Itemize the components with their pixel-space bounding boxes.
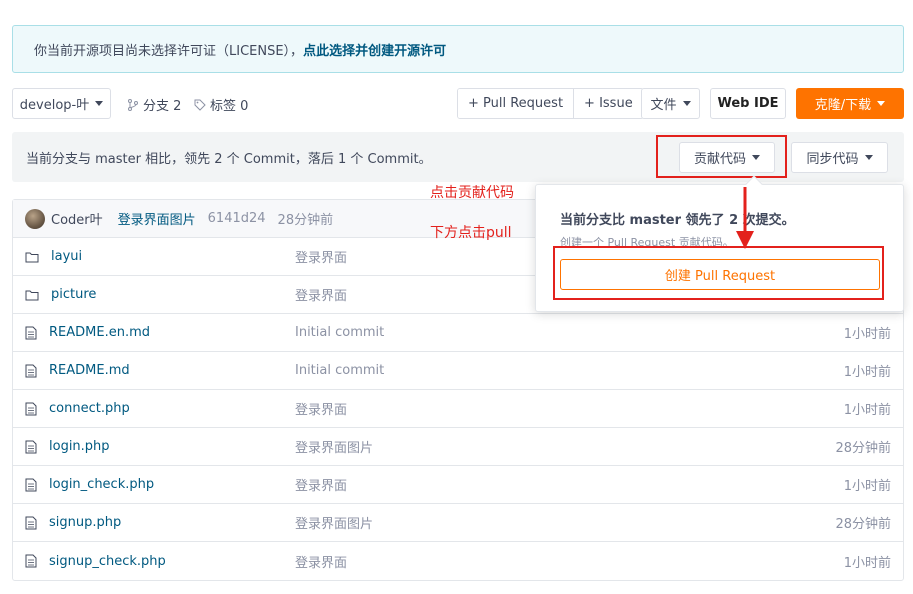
file-icon [25, 364, 43, 378]
file-name-link[interactable]: layui [25, 249, 82, 264]
avatar[interactable] [25, 208, 45, 229]
folder-icon [25, 251, 45, 263]
branch-select[interactable]: develop-叶 [12, 88, 111, 119]
file-commit-time: 1小时前 [843, 403, 891, 418]
file-name: login_check.php [49, 477, 155, 492]
file-name-link[interactable]: login.php [25, 439, 110, 454]
file-commit-message[interactable]: 登录界面 [295, 552, 347, 571]
files-menu-label: 文件 [650, 98, 677, 113]
file-name: connect.php [49, 401, 130, 416]
branch-icon [128, 98, 138, 111]
commit-time: 28分钟前 [277, 213, 334, 228]
annotation-click-pull: 下方点击pull [430, 225, 512, 241]
file-commit-message[interactable]: 登录界面图片 [295, 437, 373, 456]
file-name: login.php [49, 439, 110, 454]
file-name-link[interactable]: connect.php [25, 401, 130, 416]
web-ide-button[interactable]: Web IDE [710, 88, 786, 119]
file-name-link[interactable]: picture [25, 287, 96, 302]
branch-select-label: develop-叶 [19, 98, 90, 113]
branches-count: 分支 2 [143, 99, 182, 114]
annotation-click-contribute: 点击贡献代码 [430, 185, 514, 201]
commit-sha[interactable]: 6141d24 [208, 211, 266, 226]
clone-download-button[interactable]: 克隆/下载 [796, 88, 904, 119]
clone-download-label: 克隆/下载 [814, 98, 872, 113]
file-name-link[interactable]: signup.php [25, 515, 121, 530]
file-commit-time: 1小时前 [843, 327, 891, 342]
table-row: login_check.php 登录界面 1小时前 [13, 466, 903, 504]
file-icon [25, 402, 43, 416]
file-commit-message[interactable]: 登录界面 [295, 247, 347, 266]
dropdown-title: 当前分支比 master 领先了 2 次提交。 [560, 213, 795, 228]
file-name: signup.php [49, 515, 122, 530]
chevron-down-icon [95, 101, 104, 106]
create-group: + Pull Request + Issue [457, 88, 644, 119]
new-pull-request-button[interactable]: + Pull Request [458, 89, 574, 118]
file-name: picture [51, 287, 97, 302]
annotation-arrow-icon [736, 187, 754, 249]
file-name: README.en.md [49, 325, 150, 340]
tags-link[interactable]: 标签 0 [194, 95, 248, 114]
sync-button[interactable]: 同步代码 [791, 142, 888, 173]
file-name: signup_check.php [49, 553, 166, 569]
table-row: README.md Initial commit 1小时前 [13, 352, 903, 390]
sync-label: 同步代码 [806, 152, 859, 167]
file-commit-time: 1小时前 [843, 555, 891, 571]
commit-author[interactable]: Coder叶 [51, 209, 103, 228]
chevron-down-icon [864, 155, 873, 160]
highlight-create-pr [553, 246, 884, 300]
folder-icon [25, 289, 45, 301]
file-icon [25, 326, 43, 340]
file-commit-message[interactable]: 登录界面 [295, 399, 347, 418]
table-row: connect.php 登录界面 1小时前 [13, 390, 903, 428]
table-row: README.en.md Initial commit 1小时前 [13, 314, 903, 352]
table-row: signup_check.php 登录界面 1小时前 [13, 542, 903, 580]
license-notice-text: 你当前开源项目尚未选择许可证（LICENSE）， [34, 43, 304, 59]
branch-compare-text: 当前分支与 master 相比，领先 2 个 Commit，落后 1 个 Com… [26, 151, 432, 167]
file-icon [25, 554, 43, 568]
license-notice: 你当前开源项目尚未选择许可证（LICENSE）， 点此选择并创建开源许可 [12, 25, 904, 73]
file-icon [25, 478, 43, 492]
file-name-link[interactable]: signup_check.php [25, 554, 166, 569]
chevron-down-icon [877, 101, 886, 106]
file-commit-time: 28分钟前 [835, 441, 891, 456]
file-name: README.md [49, 363, 130, 378]
file-commit-message[interactable]: 登录界面 [295, 285, 347, 304]
file-commit-time: 1小时前 [843, 479, 891, 494]
file-icon [25, 440, 43, 454]
chevron-down-icon [682, 101, 691, 106]
file-name-link[interactable]: login_check.php [25, 477, 154, 492]
files-menu-button[interactable]: 文件 [641, 88, 700, 119]
file-commit-time: 28分钟前 [835, 517, 891, 532]
file-commit-message[interactable]: Initial commit [295, 363, 384, 378]
branches-link[interactable]: 分支 2 [127, 95, 181, 114]
create-license-link[interactable]: 点此选择并创建开源许可 [303, 40, 446, 59]
file-commit-message[interactable]: 登录界面图片 [295, 513, 373, 532]
new-issue-button[interactable]: + Issue [573, 89, 643, 118]
commit-message[interactable]: 登录界面图片 [118, 209, 196, 228]
file-commit-time: 1小时前 [843, 365, 891, 380]
file-commit-message[interactable]: Initial commit [295, 325, 384, 340]
table-row: login.php 登录界面图片 28分钟前 [13, 428, 903, 466]
table-row: signup.php 登录界面图片 28分钟前 [13, 504, 903, 542]
file-name-link[interactable]: README.md [25, 363, 130, 378]
tags-count: 标签 0 [210, 99, 249, 114]
highlight-contribute [656, 135, 787, 178]
file-name: layui [51, 249, 83, 264]
file-icon [25, 516, 43, 530]
file-commit-message[interactable]: 登录界面 [295, 475, 347, 494]
tag-icon [194, 99, 206, 111]
file-name-link[interactable]: README.en.md [25, 325, 150, 340]
